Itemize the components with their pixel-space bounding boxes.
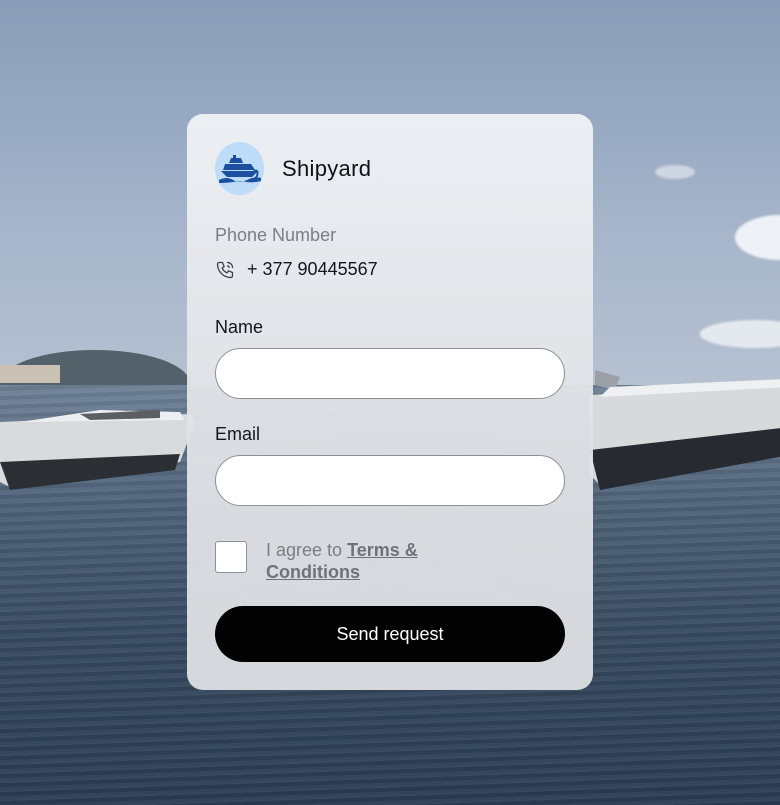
distant-town <box>0 365 60 383</box>
email-label: Email <box>215 424 261 444</box>
send-request-button[interactable]: Send request <box>215 606 565 662</box>
phone-icon <box>215 260 235 280</box>
boat-right <box>590 370 780 490</box>
ship-icon <box>218 154 261 183</box>
email-input[interactable] <box>215 455 565 506</box>
cloud <box>655 165 695 179</box>
request-form-card: Shipyard Phone Number + 377 90445567 Nam… <box>187 114 593 690</box>
terms-checkbox[interactable] <box>215 541 247 573</box>
phone-row[interactable]: + 377 90445567 <box>215 259 378 280</box>
terms-agreement: I agree to Terms & Conditions <box>215 539 466 583</box>
boat-left <box>0 410 195 490</box>
brand-name: Shipyard <box>282 155 372 181</box>
agree-text: I agree to Terms & Conditions <box>266 539 466 583</box>
brand-header: Shipyard <box>215 142 371 195</box>
ship-logo-icon <box>215 142 264 195</box>
phone-number[interactable]: + 377 90445567 <box>247 259 378 280</box>
name-label: Name <box>215 317 264 337</box>
name-input[interactable] <box>215 348 565 399</box>
phone-label: Phone Number <box>215 225 337 245</box>
agree-prefix: I agree to <box>266 540 343 560</box>
